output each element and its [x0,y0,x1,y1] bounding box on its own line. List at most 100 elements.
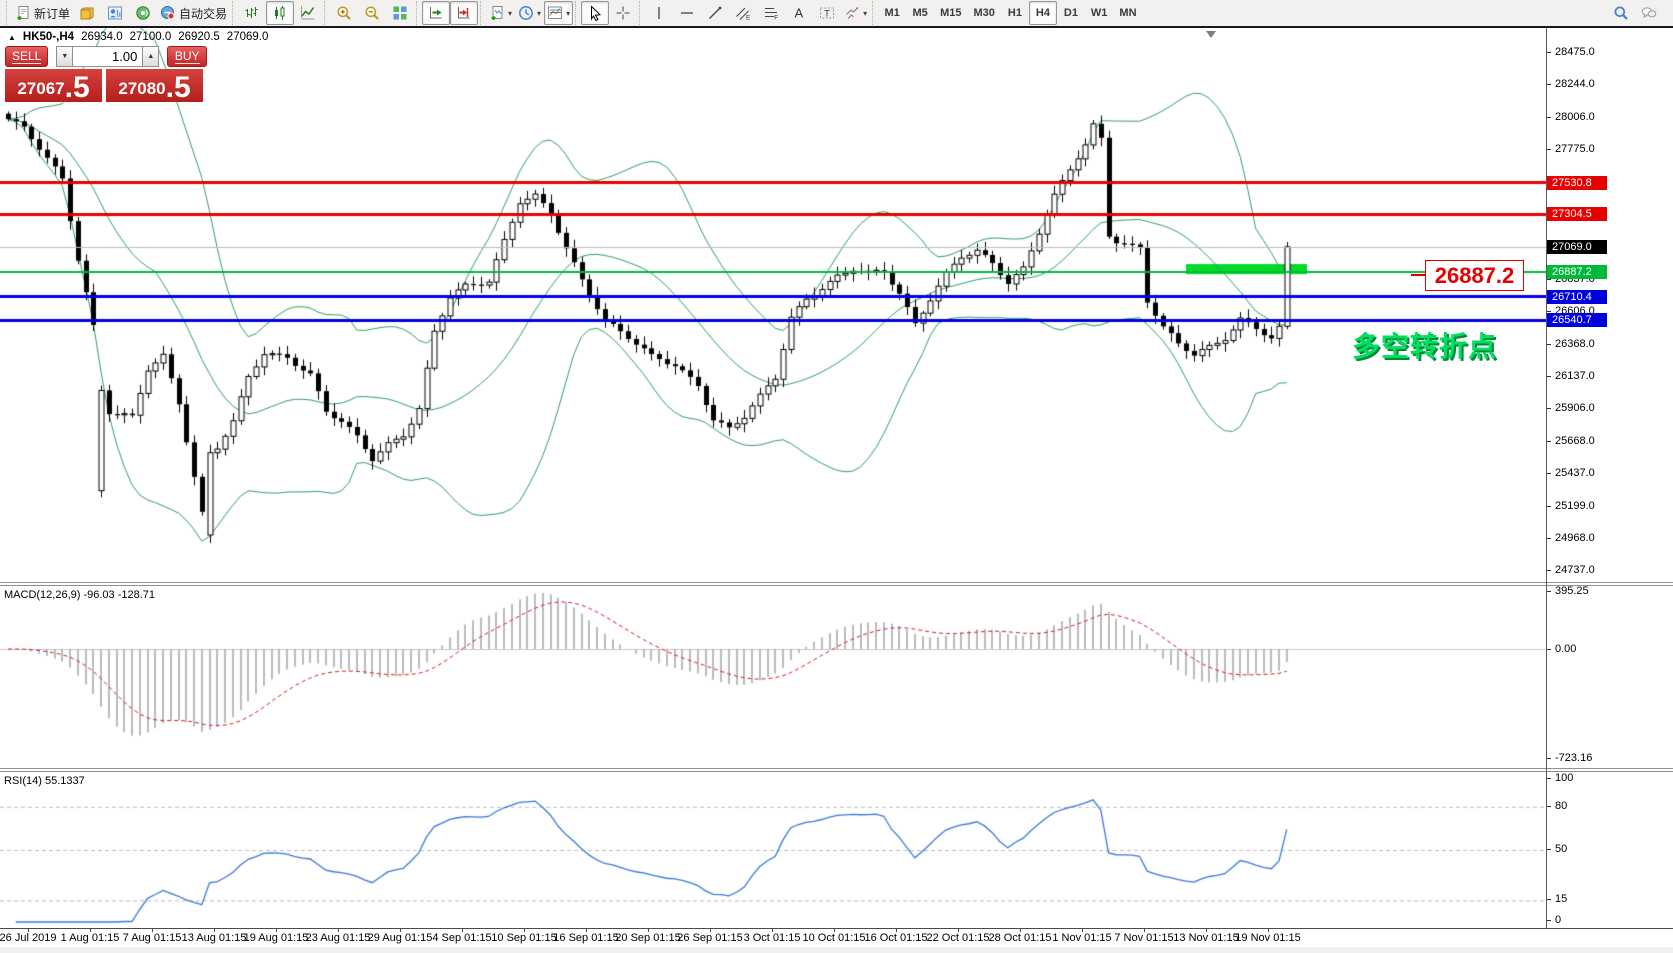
zoom-in-button[interactable] [330,1,358,25]
toolbar-group: EFAT▾ [639,1,870,25]
axis-tick-text: 25437.0 [1555,467,1595,479]
axis-tick-dash [1547,806,1551,807]
periods-button[interactable]: ▾ [515,1,544,25]
axis-tick-label: 100 [1547,771,1573,785]
equidistant-channel-button[interactable]: E [729,1,757,25]
axis-tick-dash [1547,758,1551,759]
new-order-button[interactable]: 新订单 [12,1,73,25]
axis-tick-text: 28006.0 [1555,111,1595,123]
time-axis-label: 1 Aug 01:15 [61,932,120,944]
new-order-button-label: 新订单 [34,5,70,22]
axis-tick-text: 0 [1555,914,1561,926]
turning-point-annotation[interactable]: 多空转折点 [1352,325,1497,365]
axis-tick-label: 24737.0 [1547,563,1595,577]
axis-tick-label: 0 [1547,913,1561,927]
symbol-timeframe: HK50-,H4 [23,31,74,43]
crosshair-button[interactable] [609,1,637,25]
auto-scroll-icon [428,5,444,21]
bar-chart-button[interactable] [238,1,266,25]
time-axis-label: 23 Aug 01:15 [306,932,371,944]
vertical-line-button[interactable] [645,1,673,25]
chart-shift-button[interactable] [450,1,478,25]
axis-tick-text: 15 [1555,893,1567,905]
rsi-pane[interactable] [0,772,1546,928]
volume-stepper: ▼ ▲ [56,46,159,67]
axis-tick-text: 80 [1555,800,1567,812]
axis-tick-dash [1547,376,1551,377]
zoom-out-button[interactable] [358,1,386,25]
volume-increase-button[interactable]: ▲ [142,46,159,67]
sell-button[interactable]: SELL [5,46,48,67]
axis-tick-label: 27775.0 [1547,142,1595,156]
cursor-button[interactable] [581,1,609,25]
fibonacci-button[interactable]: F [757,1,785,25]
timeframe-m15-button[interactable]: M15 [934,1,967,25]
profiles-button[interactable] [73,1,101,25]
toolbar-right-group [1607,1,1663,25]
templates-button[interactable]: ▾ [544,1,573,25]
line-chart-button[interactable] [294,1,322,25]
time-axis-label: 16 Sep 01:15 [553,932,618,944]
autotrading-button[interactable]: 自动交易 [157,1,230,25]
volume-input[interactable] [73,46,142,67]
sell-price-button[interactable]: 27067.5 [5,69,102,102]
horizontal-line-button[interactable] [673,1,701,25]
price-chart-pane[interactable] [0,28,1546,582]
axis-tick-label: 28244.0 [1547,77,1595,91]
buy-button[interactable]: BUY [167,46,207,67]
text-button[interactable]: A [785,1,813,25]
axis-tick-label: 28006.0 [1547,110,1595,124]
price-line-label: 27069.0 [1547,240,1607,254]
arrows-button[interactable]: ▾ [841,1,870,25]
chart-bars-icon [244,5,260,21]
axis-tick-text: 28475.0 [1555,46,1595,58]
chart-line-icon [300,5,316,21]
axis-tick-text: 27775.0 [1555,143,1595,155]
timeframe-d1-button[interactable]: D1 [1057,1,1085,25]
market-watch-button[interactable] [101,1,129,25]
macd-pane[interactable] [0,586,1546,768]
time-axis[interactable]: 26 Jul 20191 Aug 01:157 Aug 01:1513 Aug … [0,928,1673,947]
trendline-button[interactable] [701,1,729,25]
sell-price-int: 27067 [17,76,64,101]
axis-tick-text: 25668.0 [1555,435,1595,447]
chart-shift-marker-icon [1206,31,1216,38]
text-a-icon: A [791,5,807,21]
chat-button[interactable] [1635,1,1663,25]
timeframe-mn-button[interactable]: MN [1113,1,1142,25]
time-axis-label: 16 Oct 01:15 [865,932,928,944]
price-line-label: 27530.8 [1547,176,1607,190]
axis-tick-text: 395.25 [1555,585,1589,597]
volume-decrease-button[interactable]: ▼ [56,46,73,67]
timeframe-m30-button[interactable]: M30 [968,1,1001,25]
timeframe-m5-button[interactable]: M5 [906,1,934,25]
data-window-button[interactable] [129,1,157,25]
search-button[interactable] [1607,1,1635,25]
toolbar-group [232,1,322,25]
price-line-label: 26540.7 [1547,313,1607,327]
time-axis-label: 19 Nov 01:15 [1235,932,1300,944]
timeframe-h1-button[interactable]: H1 [1001,1,1029,25]
axis-tick-label: 25668.0 [1547,434,1595,448]
axis-tick-text: -723.16 [1555,752,1592,764]
one-click-toggle-icon[interactable]: ▲ [8,33,16,42]
indicators-button[interactable]: ▾ [486,1,515,25]
timeframe-m15-button-label: M15 [937,7,964,19]
axis-tick-text: 26368.0 [1555,338,1595,350]
tile-windows-button[interactable] [386,1,414,25]
axis-tick-dash [1547,778,1551,779]
time-axis-label: 3 Oct 01:15 [744,932,801,944]
axis-tick-dash [1547,570,1551,571]
axis-tick-dash [1547,84,1551,85]
price-axis[interactable]: 28475.028244.028006.027775.026837.026606… [1547,28,1673,928]
timeframe-w1-button[interactable]: W1 [1085,1,1114,25]
timeframe-w1-button-label: W1 [1088,7,1111,19]
timeframe-h4-button[interactable]: H4 [1029,1,1057,25]
candlestick-chart-button[interactable] [266,1,294,25]
buy-price-button[interactable]: 27080.5 [106,69,203,102]
auto-scroll-button[interactable] [422,1,450,25]
text-label-button[interactable]: T [813,1,841,25]
timeframe-m1-button[interactable]: M1 [878,1,906,25]
channel-icon: E [735,5,751,21]
price-level-callout[interactable]: 26887.2 [1425,260,1524,291]
